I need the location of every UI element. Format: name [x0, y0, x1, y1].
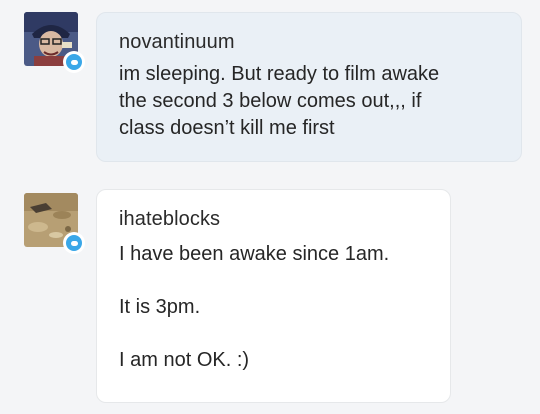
chat-bubble-icon — [63, 232, 85, 254]
message-paragraph: I am not OK. :) — [119, 349, 250, 371]
username[interactable]: novantinuum — [119, 29, 501, 55]
message-text-line: im sleeping. But ready to film awake — [119, 63, 440, 85]
avatar[interactable] — [24, 193, 85, 254]
chat-bubble-icon — [63, 51, 85, 73]
message-paragraph: I have been awake since 1am. — [119, 243, 390, 265]
message-text-line: class doesn’t kill me first — [119, 117, 335, 139]
message-bubble: ihateblocks I have been awake since 1am.… — [96, 189, 451, 403]
username[interactable]: ihateblocks — [119, 206, 430, 232]
message-bubble: novantinuum im sleeping. But ready to fi… — [96, 12, 522, 162]
message-paragraph: It is 3pm. — [119, 296, 201, 318]
avatar[interactable] — [24, 12, 85, 73]
message-text-line: the second 3 below comes out,,, if — [119, 90, 422, 112]
